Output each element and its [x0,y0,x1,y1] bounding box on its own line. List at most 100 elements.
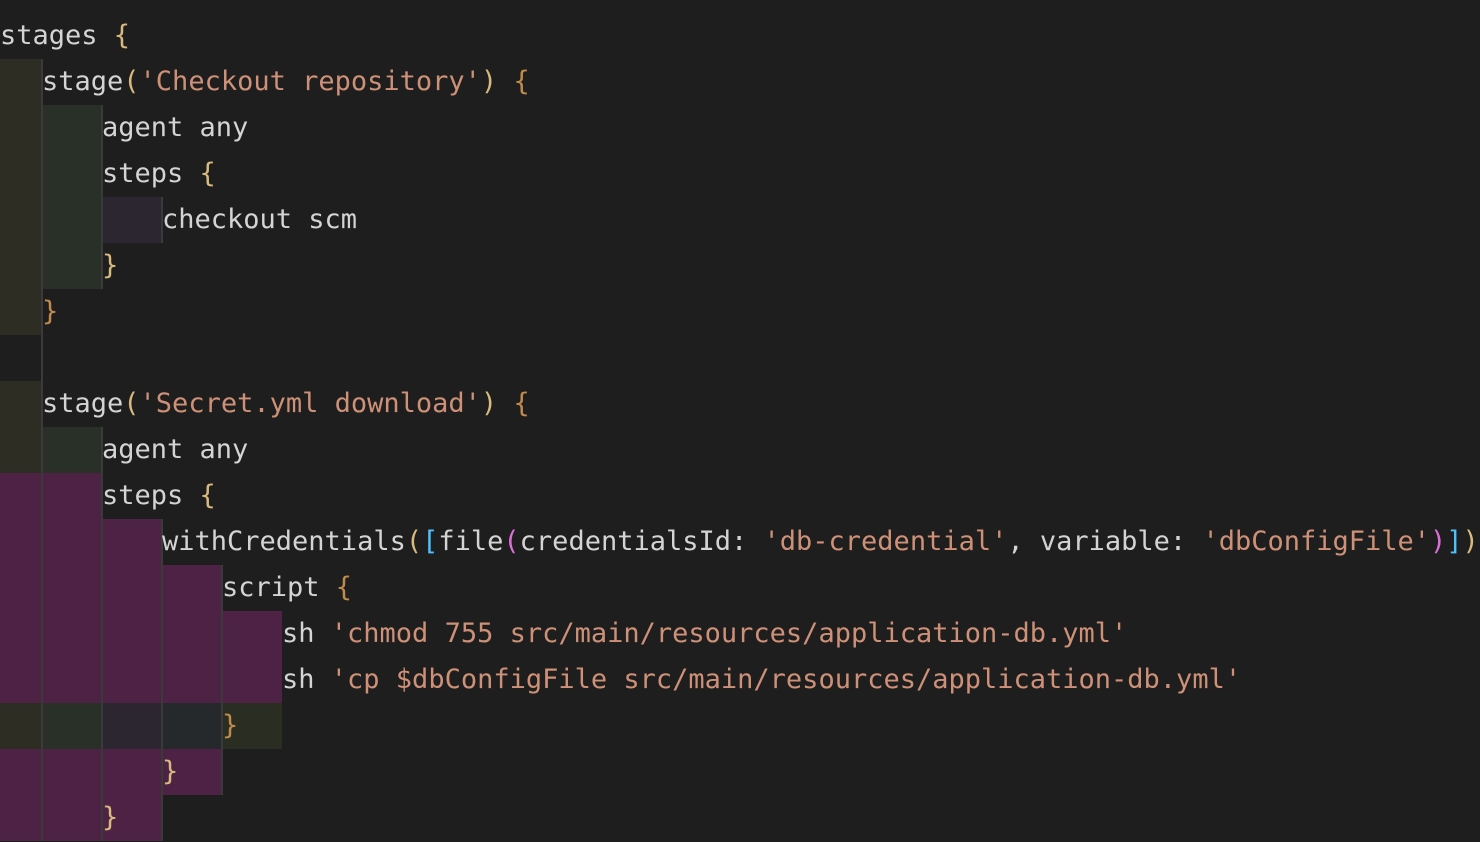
indent-guide-line [161,611,163,657]
indent-guide-band [0,473,42,519]
code-token: { [335,572,353,603]
code-line[interactable] [0,335,1480,381]
code-token: checkout scm [162,204,358,235]
indent-guide-band [42,565,102,611]
indent-guide-band [0,243,42,289]
code-text[interactable]: sh 'cp $dbConfigFile src/main/resources/… [282,657,1241,703]
code-line[interactable]: steps { [0,473,1480,519]
code-token: ( [503,526,520,557]
code-token: [ [422,526,439,557]
code-line[interactable]: sh 'cp $dbConfigFile src/main/resources/… [0,657,1480,703]
indent-guide-band [222,611,282,657]
code-text[interactable]: } [102,795,118,841]
code-token: } [162,756,179,787]
indent-guide-line [41,197,43,243]
indent-guide-line [41,105,43,151]
code-text[interactable]: agent any [102,105,248,151]
code-token: ] [1446,526,1463,557]
code-line[interactable]: script { [0,565,1480,611]
indent-guide-line [41,749,43,795]
indent-guide-band [0,795,42,841]
code-text[interactable]: } [42,289,58,335]
indent-guide-line [41,151,43,197]
indent-guide-band [42,105,102,151]
code-token: { [113,20,131,51]
code-token: ) [480,66,498,97]
code-text[interactable]: } [162,749,178,795]
code-text[interactable]: script { [222,565,352,611]
indent-guide-line [101,703,103,749]
code-text[interactable]: stage('Secret.yml download') { [42,381,530,427]
code-line[interactable]: withCredentials([file(credentialsId: 'db… [0,519,1480,565]
indent-guide-line [101,657,103,703]
code-line[interactable]: } [0,795,1480,841]
indent-guide-band [42,703,102,749]
code-token: stage [42,66,124,97]
indent-guide-band [162,657,222,703]
code-line[interactable]: stages { [0,13,1480,59]
code-line[interactable]: checkout scm [0,197,1480,243]
indent-guide-line [41,611,43,657]
code-token: ) [1462,526,1479,557]
code-line[interactable]: steps { [0,151,1480,197]
indent-guide-band [162,611,222,657]
indent-guide-line [41,565,43,611]
indent-guide-line [41,427,43,473]
code-text[interactable]: agent any [102,427,248,473]
indent-guide-band [42,197,102,243]
indent-guide-line [161,565,163,611]
indent-guide-band [42,519,102,565]
indent-guide-line [221,657,223,703]
code-line[interactable]: } [0,749,1480,795]
code-line[interactable]: agent any [0,105,1480,151]
code-token: } [102,802,119,833]
indent-guide-line [221,611,223,657]
code-token: ) [480,388,498,419]
indent-guide-line [101,611,103,657]
indent-guide-band [222,657,282,703]
code-line[interactable]: } [0,289,1480,335]
code-editor[interactable]: stages {stage('Checkout repository') {ag… [0,0,1480,842]
code-token: ( [123,66,140,97]
indent-guide-band [42,795,102,841]
indent-guide-line [161,703,163,749]
code-text[interactable]: stages { [0,13,130,59]
code-token: { [513,388,530,419]
code-text[interactable]: sh 'chmod 755 src/main/resources/applica… [282,611,1127,657]
indent-guide-band [42,657,102,703]
code-token: , variable: [1007,526,1203,557]
indent-guide-band [102,519,162,565]
string-token: 'Secret.yml download' [139,388,481,419]
string-token: 'cp $dbConfigFile src/main/resources/app… [330,664,1242,695]
code-token: } [222,710,239,741]
code-line[interactable]: } [0,243,1480,289]
code-text[interactable]: stage('Checkout repository') { [42,59,530,105]
indent-guide-band [102,565,162,611]
indent-guide-band [102,657,162,703]
indent-guide-band [42,749,102,795]
code-text[interactable]: steps { [102,151,216,197]
code-text[interactable]: } [222,703,238,749]
code-line[interactable]: stage('Checkout repository') { [0,59,1480,105]
indent-guide-band [0,427,42,473]
indent-guide-band [42,151,102,197]
code-text[interactable]: withCredentials([file(credentialsId: 'db… [162,519,1480,565]
code-token: agent any [102,434,249,465]
code-line[interactable]: agent any [0,427,1480,473]
indent-guide-band [42,427,102,473]
code-text[interactable]: checkout scm [162,197,357,243]
indent-guide-line [41,335,43,381]
code-line[interactable]: sh 'chmod 755 src/main/resources/applica… [0,611,1480,657]
code-text[interactable]: } [102,243,118,289]
string-token: 'chmod 755 src/main/resources/applicatio… [330,618,1128,649]
indent-guide-band [0,381,42,427]
code-line[interactable]: stage('Secret.yml download') { [0,381,1480,427]
indent-guide-band [0,105,42,151]
indent-guide-band [42,473,102,519]
indent-guide-band [0,59,42,105]
code-line[interactable]: } [0,703,1480,749]
code-text[interactable]: steps { [102,473,216,519]
indent-guide-line [41,795,43,841]
